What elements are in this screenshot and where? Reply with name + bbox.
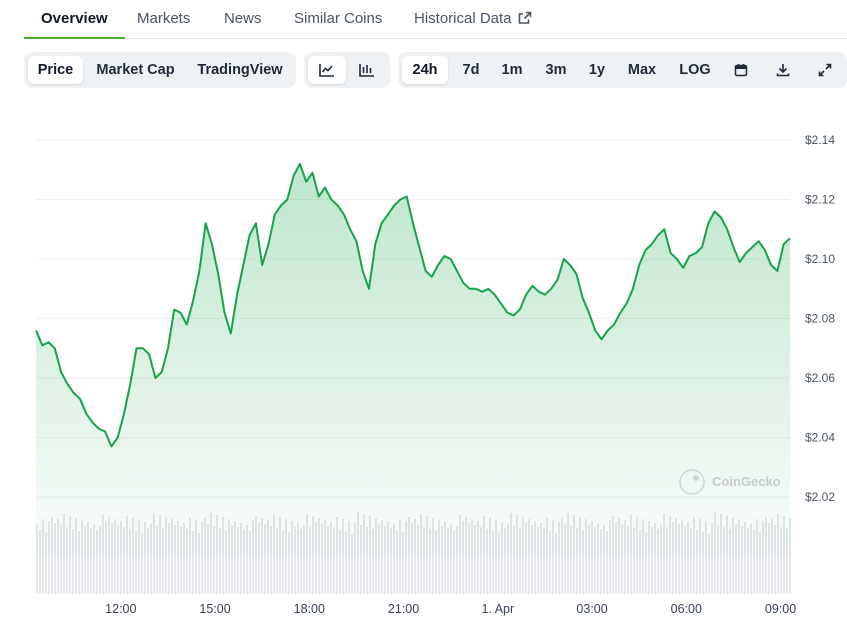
range-24h-button[interactable]: 24h [402, 56, 448, 84]
x-tick-label: 03:00 [576, 602, 607, 616]
y-tick-label: $2.02 [805, 490, 835, 504]
y-tick-label: $2.06 [805, 371, 835, 385]
y-tick-label: $2.08 [805, 312, 835, 326]
y-tick-label: $2.04 [805, 431, 835, 445]
tab-historical-data[interactable]: Historical Data [414, 0, 532, 38]
x-tick-label: 12:00 [105, 602, 136, 616]
x-tick-label: 1. Apr [481, 602, 514, 616]
y-tick-label: $2.14 [805, 133, 835, 147]
x-axis-labels: 12:00 15:00 18:00 21:00 1. Apr 03:00 06:00 09:0… [105, 602, 796, 616]
y-tick-label: $2.10 [805, 252, 835, 266]
tab-bar: Overview Markets News Similar Coins Hist… [24, 0, 847, 39]
chart-type-group [304, 52, 390, 88]
range-7d-button[interactable]: 7d [452, 56, 490, 84]
tab-overview[interactable]: Overview [24, 0, 125, 39]
calendar-icon[interactable] [724, 56, 758, 84]
fullscreen-icon[interactable] [808, 56, 842, 84]
watermark-text: CoinGecko [712, 474, 781, 489]
view-market-cap-button[interactable]: Market Cap [88, 56, 183, 84]
line-chart-icon[interactable] [308, 56, 346, 84]
tab-news[interactable]: News [224, 0, 262, 38]
candlestick-chart-icon[interactable] [348, 56, 386, 84]
view-price-button[interactable]: Price [28, 56, 83, 84]
range-1m-button[interactable]: 1m [493, 56, 531, 84]
coingecko-logo-eye [693, 475, 699, 481]
range-3m-button[interactable]: 3m [536, 56, 576, 84]
tab-similar-coins[interactable]: Similar Coins [294, 0, 382, 38]
tab-historical-data-label: Historical Data [414, 10, 512, 27]
x-tick-label: 18:00 [294, 602, 325, 616]
range-1y-button[interactable]: 1y [579, 56, 615, 84]
x-tick-label: 15:00 [199, 602, 230, 616]
y-axis-labels: $2.02 $2.04 $2.06 $2.08 $2.10 $2.12 $2.14 [805, 133, 835, 504]
price-chart[interactable]: $2.02 $2.04 $2.06 $2.08 $2.10 $2.12 $2.14 12:0… [0, 100, 847, 625]
log-scale-button[interactable]: LOG [670, 56, 720, 84]
time-range-group: 24h 7d 1m 3m 1y Max LOG [398, 52, 847, 88]
x-tick-label: 06:00 [671, 602, 702, 616]
x-tick-label: 21:00 [388, 602, 419, 616]
x-tick-label: 09:00 [765, 602, 796, 616]
y-tick-label: $2.12 [805, 193, 835, 207]
tab-markets[interactable]: Markets [137, 0, 190, 38]
view-toggle-group: Price Market Cap TradingView [24, 52, 296, 88]
download-icon[interactable] [766, 56, 800, 84]
external-link-icon [518, 2, 532, 40]
range-max-button[interactable]: Max [620, 56, 664, 84]
view-tradingview-button[interactable]: TradingView [188, 56, 292, 84]
